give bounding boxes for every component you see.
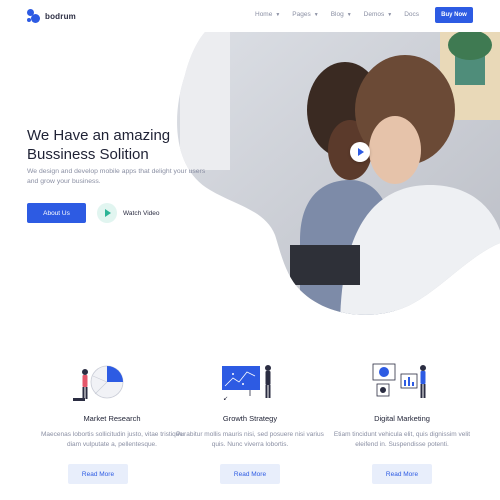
buy-now-button[interactable]: Buy Now (435, 7, 473, 23)
nav-label: Demos (363, 11, 385, 18)
logo-icon (27, 9, 41, 23)
about-us-button[interactable]: About Us (27, 203, 86, 223)
video-play-button[interactable] (350, 142, 370, 162)
main-nav: Home ▼ Pages ▼ Blog ▼ Demos ▼ Docs (255, 11, 431, 18)
nav-label: Docs (404, 11, 420, 18)
play-icon (97, 203, 117, 223)
feature-title: Market Research (83, 414, 141, 423)
chevron-down-icon: ▼ (387, 11, 393, 18)
nav-item-blog[interactable]: Blog ▼ (331, 11, 352, 18)
watch-video-label: Watch Video (123, 209, 160, 217)
hero-title-line: Bussiness Solition (27, 146, 149, 163)
site-header: bodrum Home ▼ Pages ▼ Blog ▼ Demos ▼ Docs Bu… (0, 0, 500, 32)
feature-description: Purabitur mollis mauris nisi, sed posuer… (176, 431, 324, 448)
nav-item-docs[interactable]: Docs (404, 11, 419, 18)
play-icon (358, 148, 364, 156)
chevron-down-icon: ▼ (313, 11, 319, 18)
board-person-illustration: ↙ (222, 365, 271, 402)
feature-title: Growth Strategy (222, 414, 278, 423)
svg-text:↙: ↙ (223, 395, 228, 402)
logo[interactable]: bodrum (27, 9, 76, 23)
nav-item-home[interactable]: Home ▼ (255, 11, 280, 18)
hero-description: We design and develop mobile apps that d… (27, 168, 206, 185)
dashboard-person-illustration (372, 363, 426, 398)
logo-text: bodrum (45, 11, 76, 21)
pie-chart-person-illustration (73, 365, 124, 401)
feature-description: Etiam tincidunt vehicula elit, quis dign… (333, 431, 471, 448)
nav-label: Home (255, 11, 273, 18)
chevron-down-icon: ▼ (346, 11, 352, 18)
nav-label: Blog (330, 11, 344, 18)
hero-photo (177, 32, 500, 315)
chevron-down-icon: ▼ (275, 11, 281, 18)
feature-description: Maecenas lobortis sollicitudin justo, vi… (41, 431, 183, 448)
nav-label: Pages (292, 11, 311, 18)
read-more-button[interactable]: Read More (220, 464, 280, 484)
read-more-button[interactable]: Read More (372, 464, 432, 484)
read-more-button[interactable]: Read More (68, 464, 128, 484)
nav-item-demos[interactable]: Demos ▼ (364, 11, 393, 18)
hero-title-line: We Have an amazing (27, 127, 171, 144)
nav-item-pages[interactable]: Pages ▼ (292, 11, 318, 18)
watch-video-link[interactable]: Watch Video (97, 203, 160, 223)
feature-title: Digital Marketing (374, 414, 430, 423)
hero-title: We Have an amazing Bussiness Solition (27, 126, 227, 164)
